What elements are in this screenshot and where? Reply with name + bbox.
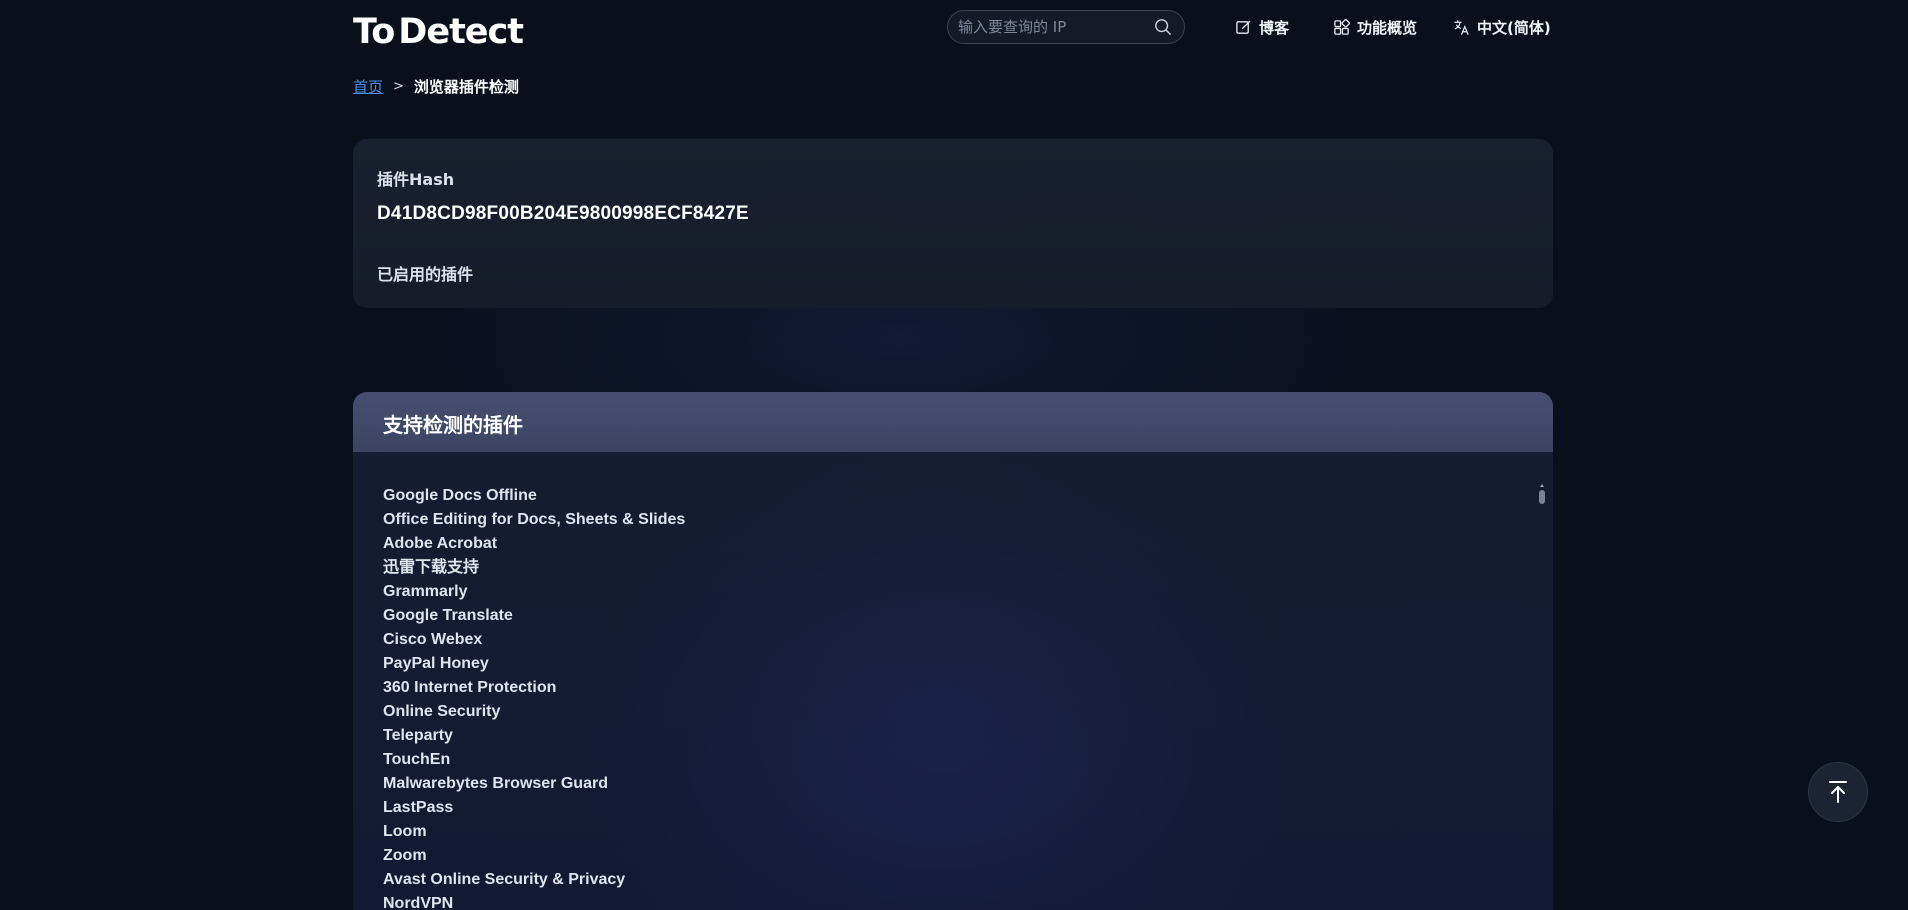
supported-plugins-header: 支持检测的插件 — [353, 392, 1553, 452]
list-item: Google Docs Offline — [383, 487, 537, 504]
plugin-list-scrollbar[interactable] — [1539, 484, 1545, 506]
logo-text-to: To — [353, 12, 395, 52]
list-item: Office Editing for Docs, Sheets & Slides — [383, 511, 686, 528]
ip-search-box — [947, 10, 1185, 44]
breadcrumb-home-link[interactable]: 首页 — [353, 76, 383, 97]
search-icon[interactable] — [1154, 18, 1172, 36]
supported-plugins-title: 支持检测的插件 — [383, 413, 523, 437]
breadcrumb-separator: > — [393, 79, 404, 94]
nav-blog-link[interactable]: 博客 — [1235, 16, 1289, 38]
plugin-hash-card: 插件Hash D41D8CD98F00B204E9800998ECF8427E … — [353, 139, 1553, 308]
plugin-hash-value: D41D8CD98F00B204E9800998ECF8427E — [377, 203, 749, 224]
arrow-up-to-top-icon — [1829, 781, 1847, 803]
grid-icon — [1334, 18, 1350, 35]
list-item: Grammarly — [383, 583, 468, 600]
list-item: Zoom — [383, 847, 427, 864]
language-switcher[interactable]: 中文(简体) — [1453, 16, 1551, 38]
list-item: Loom — [383, 823, 427, 840]
list-item: Malwarebytes Browser Guard — [383, 775, 608, 792]
translate-icon — [1454, 19, 1469, 35]
list-item: TouchEn — [383, 751, 451, 768]
nav-features-label: 功能概览 — [1357, 18, 1418, 37]
list-item: NordVPN — [383, 895, 454, 910]
ip-search-input[interactable] — [958, 11, 1148, 43]
list-item: 360 Internet Protection — [383, 679, 557, 696]
nav-features-link[interactable]: 功能概览 — [1333, 16, 1417, 38]
list-item: LastPass — [383, 799, 454, 816]
page: ToDetect 博客 功能概览 — [0, 0, 1908, 910]
list-item: Cisco Webex — [383, 631, 483, 648]
plugin-hash-label: 插件Hash — [377, 170, 455, 189]
scroll-up-arrow-icon[interactable] — [1540, 484, 1544, 487]
back-to-top-button[interactable] — [1808, 762, 1868, 822]
breadcrumb: 首页 > 浏览器插件检测 — [353, 76, 519, 97]
enabled-plugins-label: 已启用的插件 — [377, 265, 474, 284]
plugin-list: Google Docs Offline Office Editing for D… — [383, 484, 685, 910]
list-item: PayPal Honey — [383, 655, 489, 672]
logo-text-detect: Detect — [398, 12, 524, 52]
list-item: Online Security — [383, 703, 501, 720]
list-item: 迅雷下载支持 — [383, 559, 480, 576]
edit-icon — [1236, 20, 1251, 34]
top-header: ToDetect 博客 功能概览 — [0, 0, 1908, 56]
list-item: Teleparty — [383, 727, 453, 744]
list-item: Adobe Acrobat — [383, 535, 498, 552]
language-label: 中文(简体) — [1477, 18, 1551, 37]
nav-blog-label: 博客 — [1259, 18, 1290, 37]
list-item: Avast Online Security & Privacy — [383, 871, 626, 888]
scroll-thumb[interactable] — [1539, 490, 1545, 504]
todetect-logo[interactable]: To Detect — [353, 12, 524, 52]
supported-plugins-panel: 支持检测的插件 Google Docs Offline Office Editi… — [353, 392, 1553, 910]
list-item: Google Translate — [383, 607, 513, 624]
breadcrumb-current: 浏览器插件检测 — [413, 78, 519, 96]
